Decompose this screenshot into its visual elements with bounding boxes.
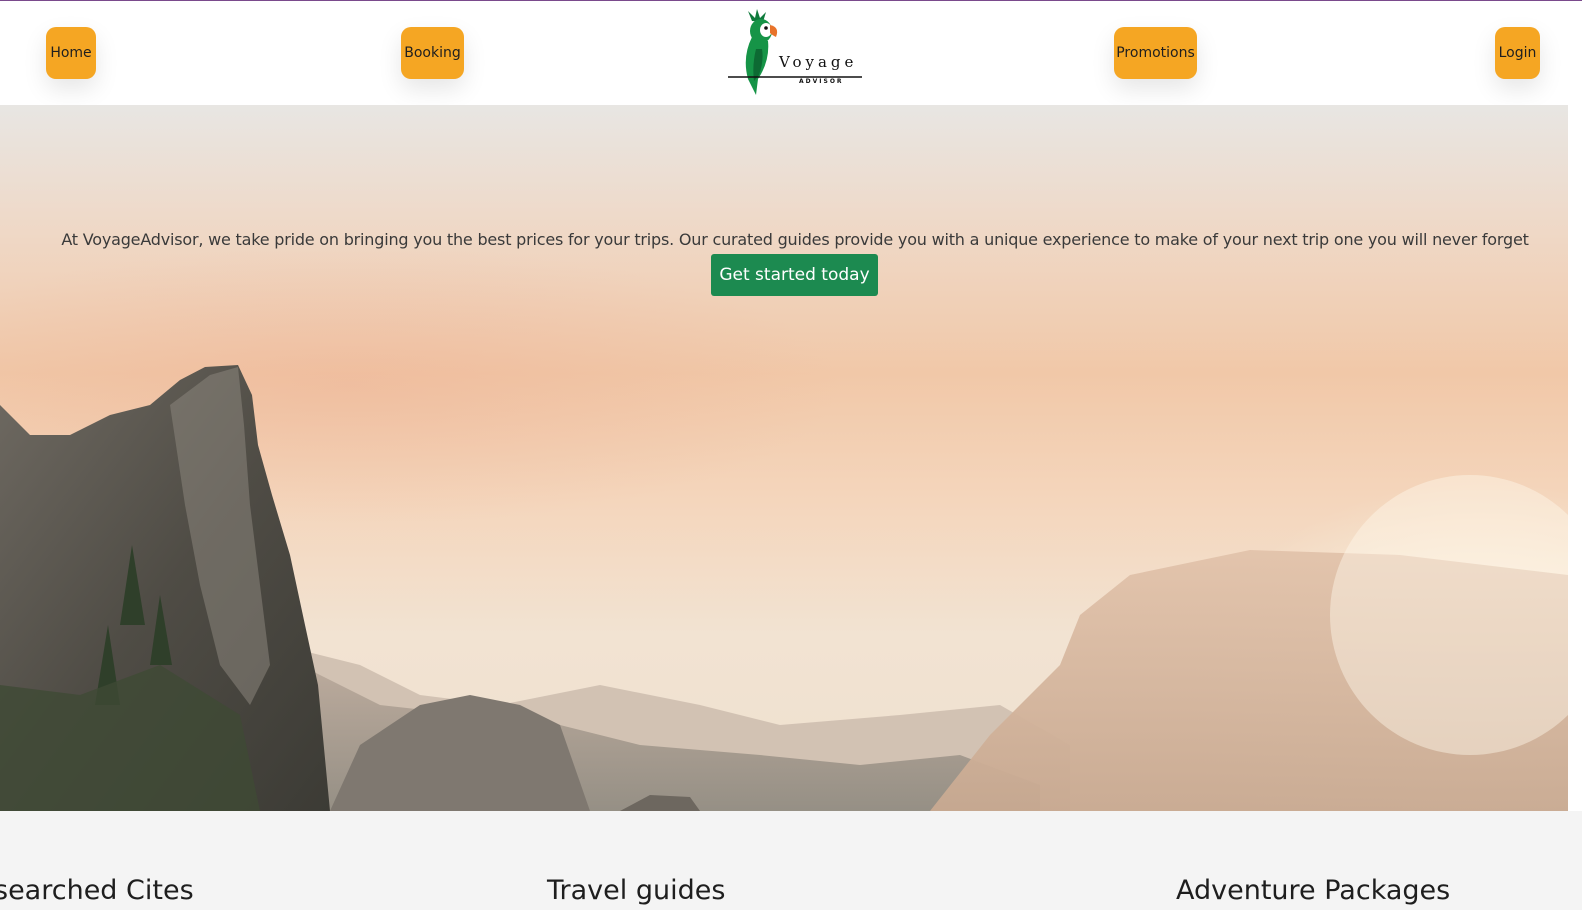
section-heading-searched-cities: searched Cites — [0, 875, 194, 906]
logo-tagline: ADVISOR — [799, 78, 844, 85]
nav-login-button[interactable]: Login — [1495, 27, 1540, 79]
hero-description: At VoyageAdvisor, we take pride on bring… — [61, 230, 1529, 249]
nav-home-button[interactable]: Home — [46, 27, 96, 79]
logo-wordmark: Voyage — [778, 53, 857, 71]
section-heading-travel-guides: Travel guides — [547, 875, 726, 906]
navbar: Home Booking Voyage ADVISOR Promotions L… — [0, 1, 1582, 105]
nav-promotions-button[interactable]: Promotions — [1114, 27, 1197, 79]
section-heading-adventure-packages: Adventure Packages — [1176, 875, 1451, 906]
hero-banner: At VoyageAdvisor, we take pride on bring… — [0, 105, 1568, 811]
page-edge — [1568, 105, 1582, 811]
parrot-icon: Voyage ADVISOR — [728, 9, 862, 95]
voyage-advisor-logo[interactable]: Voyage ADVISOR — [726, 9, 866, 101]
mountain-landscape-image — [0, 365, 1568, 811]
nav-booking-button[interactable]: Booking — [401, 27, 464, 79]
get-started-button[interactable]: Get started today — [711, 254, 878, 296]
